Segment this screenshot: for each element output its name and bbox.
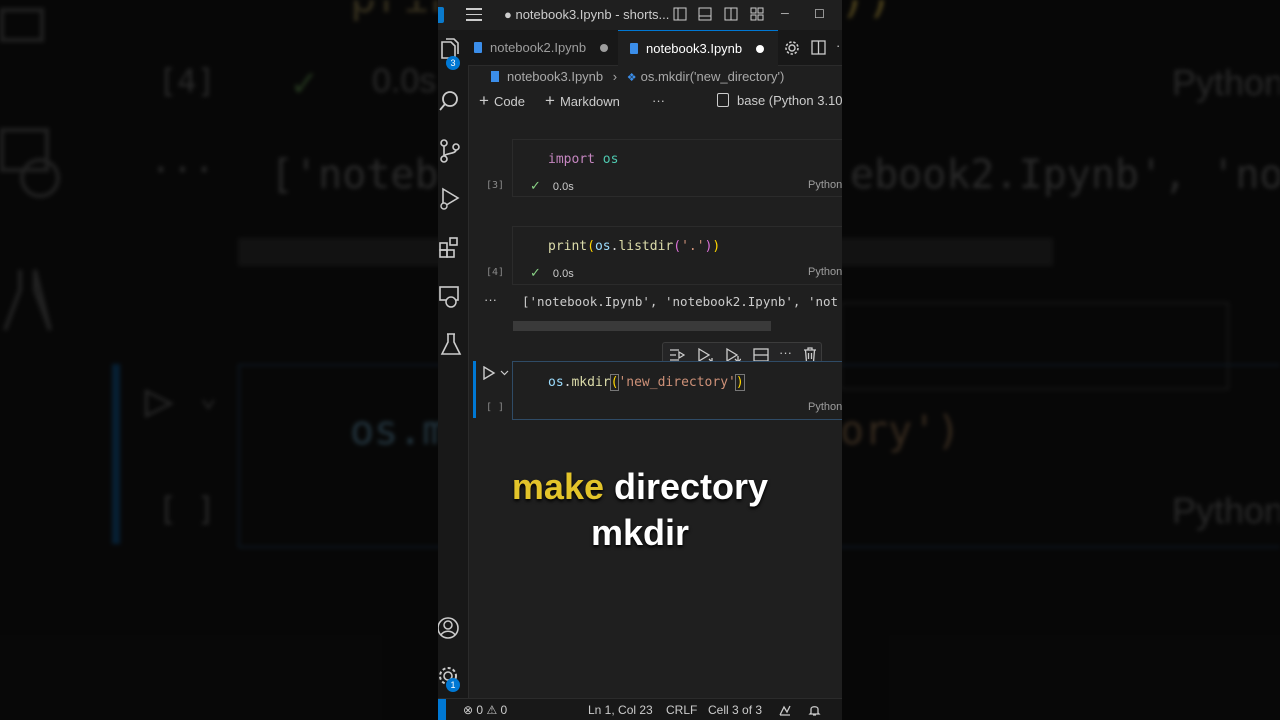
- unsaved-dot-icon[interactable]: [756, 45, 765, 53]
- code-label: Code: [493, 94, 526, 109]
- notifications-bell-icon[interactable]: [808, 704, 821, 717]
- extensions-icon[interactable]: [438, 234, 464, 260]
- tab-label: notebook3.Ipynb: [646, 41, 743, 56]
- toggle-secondary-sidebar-icon[interactable]: [724, 7, 738, 21]
- code-cell-3[interactable]: [512, 361, 842, 420]
- error-icon: ⊗: [463, 703, 474, 717]
- problems-indicator[interactable]: ⊗ 0 ⚠ 0: [463, 699, 507, 720]
- tab-label: notebook2.Ipynb: [490, 40, 587, 55]
- run-options-chevron-icon[interactable]: [500, 369, 509, 377]
- cell-2-status: ✓ 0.0s: [530, 265, 574, 280]
- remote-explorer-icon[interactable]: [438, 284, 464, 310]
- title-bar: ● notebook3.Ipynb - shorts... ─ ☐: [438, 0, 842, 31]
- plus-icon: +: [545, 91, 555, 110]
- cell-3-exec-count: [ ]: [486, 402, 505, 413]
- customize-layout-icon[interactable]: [750, 7, 764, 21]
- python-icon: ❖: [626, 72, 637, 84]
- maximize-button[interactable]: ☐: [814, 7, 825, 21]
- minimize-button[interactable]: ─: [781, 8, 789, 20]
- line-ending[interactable]: CRLF: [666, 699, 697, 720]
- output-actions-button[interactable]: ···: [484, 292, 497, 307]
- unsaved-dot-icon[interactable]: [600, 44, 609, 52]
- status-bar: ⊗ 0 ⚠ 0 Ln 1, Col 23 CRLF Cell 3 of 3: [438, 698, 842, 720]
- toolbar-more-button[interactable]: ···: [652, 89, 665, 113]
- caption-line-1: make directory: [438, 466, 842, 508]
- breadcrumb-file[interactable]: notebook3.Ipynb: [507, 69, 603, 84]
- success-check-icon: ✓: [530, 178, 541, 193]
- kernel-picker[interactable]: base (Python 3.10.: [717, 89, 842, 113]
- toggle-sidebar-icon[interactable]: [673, 7, 687, 21]
- vscode-window: ● notebook3.Ipynb - shorts... ─ ☐ 3 1 no…: [438, 0, 842, 720]
- accounts-icon[interactable]: [438, 616, 464, 642]
- breadcrumb-separator: ›: [612, 69, 618, 84]
- settings-badge: 1: [446, 678, 460, 692]
- caption-line-2: mkdir: [590, 512, 690, 553]
- kernel-icon: [717, 93, 729, 107]
- cell-1-language[interactable]: Python: [808, 179, 842, 191]
- add-code-cell-button[interactable]: + Code: [479, 89, 525, 114]
- editor-tabs: notebook2.Ipynb notebook3.Ipynb ·: [468, 30, 842, 66]
- search-icon[interactable]: [438, 88, 464, 114]
- tab-notebook2[interactable]: notebook2.Ipynb: [468, 30, 619, 65]
- feedback-icon[interactable]: [778, 704, 792, 717]
- explorer-badge: 3: [446, 56, 460, 70]
- cursor-position[interactable]: Ln 1, Col 23: [588, 699, 653, 720]
- notebook-file-icon: [630, 43, 638, 54]
- caption-rest: directory: [604, 466, 769, 507]
- toggle-panel-icon[interactable]: [698, 7, 712, 21]
- output-horizontal-scrollbar[interactable]: [513, 321, 771, 331]
- run-debug-icon[interactable]: [438, 186, 464, 212]
- hamburger-menu-icon[interactable]: [466, 8, 482, 21]
- vscode-logo-icon: [438, 7, 444, 23]
- breadcrumb-symbol[interactable]: os.mkdir('new_directory'): [641, 69, 785, 84]
- plus-icon: +: [479, 91, 489, 110]
- cell-1-exec-count: [3]: [486, 180, 505, 191]
- notebook-settings-gear-icon[interactable]: [784, 40, 800, 56]
- cell-2-exec-count: [4]: [486, 267, 505, 278]
- testing-icon[interactable]: [438, 332, 464, 358]
- cell-1-code[interactable]: import os: [548, 152, 618, 167]
- active-cell-indicator: [473, 361, 476, 418]
- run-cell-icon[interactable]: [482, 366, 496, 380]
- cell-3-language[interactable]: Python: [808, 401, 842, 413]
- split-editor-icon[interactable]: [811, 40, 826, 55]
- remote-indicator[interactable]: [438, 699, 446, 720]
- breadcrumb: notebook3.Ipynb › ❖ os.mkdir('new_directo…: [468, 66, 842, 88]
- cell-indicator[interactable]: Cell 3 of 3: [708, 699, 762, 720]
- notebook-file-icon: [474, 42, 482, 53]
- more-actions-icon[interactable]: ·: [836, 38, 840, 53]
- success-check-icon: ✓: [530, 265, 541, 280]
- source-control-icon[interactable]: [438, 138, 464, 164]
- cell-2-code[interactable]: print(os.listdir('.')): [548, 239, 720, 254]
- activity-bar: 3 1: [438, 30, 469, 698]
- window-title: ● notebook3.Ipynb - shorts...: [504, 7, 670, 22]
- cell-2-output: ['notebook.Ipynb', 'notebook2.Ipynb', 'n…: [522, 294, 839, 309]
- caption-highlight: make: [511, 466, 604, 507]
- kernel-label: base (Python 3.10.: [737, 93, 842, 108]
- markdown-label: Markdown: [559, 94, 620, 109]
- tab-notebook3[interactable]: notebook3.Ipynb: [618, 30, 778, 66]
- cell-2-language[interactable]: Python: [808, 266, 842, 278]
- cell-3-code[interactable]: os.mkdir('new_directory'): [548, 374, 745, 391]
- add-markdown-cell-button[interactable]: + Markdown: [545, 89, 620, 114]
- warning-icon: ⚠: [486, 703, 498, 717]
- notebook-toolbar: + Code + Markdown ··· base (Python 3.10.: [468, 89, 842, 113]
- cell-1-status: ✓ 0.0s: [530, 178, 574, 193]
- notebook-file-icon: [491, 71, 499, 82]
